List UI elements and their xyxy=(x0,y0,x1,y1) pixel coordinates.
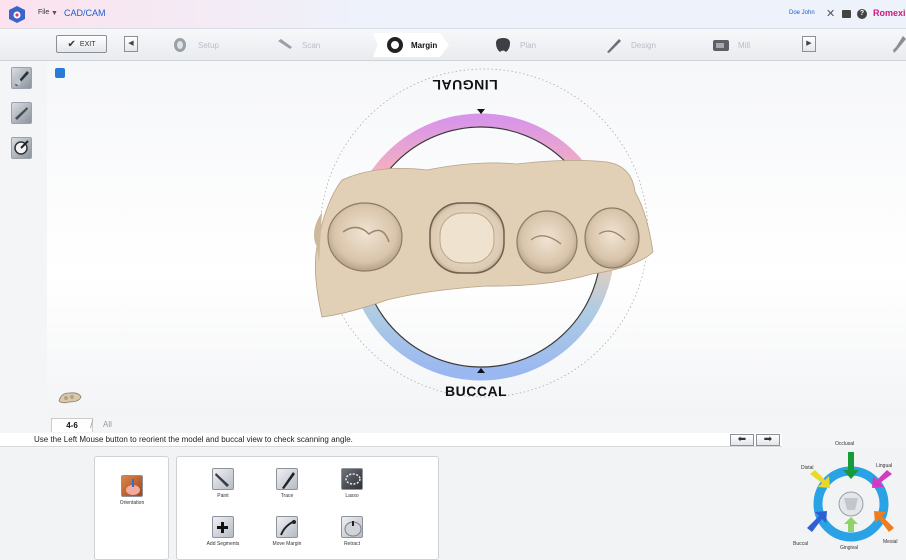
instruction-text: Use the Left Mouse button to reorient th… xyxy=(0,433,782,447)
title-bar: File ▼ CAD/CAM Doe John ✕ ? Romexi xyxy=(0,0,906,29)
redo-button[interactable]: ➡ xyxy=(756,434,780,446)
tooth-tabs: 4-6 / All xyxy=(47,418,906,432)
paint-tool[interactable]: Paint xyxy=(203,468,243,499)
tab-divider: / xyxy=(90,417,94,431)
app-logo-icon[interactable] xyxy=(9,6,25,23)
setup-icon xyxy=(174,38,186,52)
margin-ring-icon xyxy=(387,37,403,53)
tool-label: Trace xyxy=(280,493,294,499)
margin-tool-icon[interactable] xyxy=(11,67,32,89)
model-scene[interactable] xyxy=(47,62,906,418)
occlusal-label[interactable]: Occlusal xyxy=(835,441,854,447)
chevron-down-icon[interactable]: ▼ xyxy=(51,10,58,17)
retract-icon xyxy=(341,516,363,538)
tool-label: Retract xyxy=(343,541,361,547)
tool-label: Add Segments xyxy=(206,541,240,547)
step-label: Plan xyxy=(520,40,537,50)
step-label: Scan xyxy=(302,40,321,50)
tool-icon[interactable] xyxy=(893,36,906,54)
workflow-bar: ✔ EXIT ◀ Setup Scan Margin Plan Design M… xyxy=(0,29,906,61)
check-icon: ✔ xyxy=(67,38,76,50)
step-plan[interactable]: Plan xyxy=(494,35,536,55)
add-segments-tool[interactable]: Add Segments xyxy=(203,516,243,547)
tool-label: Move Margin xyxy=(272,541,302,547)
trace-tool[interactable]: Trace xyxy=(267,468,307,499)
tool-label: Paint xyxy=(217,493,229,499)
step-label: Margin xyxy=(411,40,438,50)
step-label: Design xyxy=(631,40,656,50)
trace-icon xyxy=(276,468,298,490)
step-design[interactable]: Design xyxy=(605,35,656,55)
buccal-wheel-label[interactable]: Buccal xyxy=(793,541,808,547)
orientation-wheel[interactable]: Occlusal Distal Lingual Buccal Gingival … xyxy=(785,436,906,560)
step-mill[interactable]: Mill xyxy=(712,35,750,55)
retract-tool[interactable]: Retract xyxy=(332,516,372,547)
move-margin-tool[interactable]: Move Margin xyxy=(267,516,307,547)
tool-label: Lasso xyxy=(345,493,359,499)
tab-all[interactable]: All xyxy=(95,418,120,432)
trim-tool-icon[interactable] xyxy=(11,102,32,124)
tool-label: Orientation xyxy=(119,500,145,506)
step-label: Mill xyxy=(738,40,750,50)
scanner-icon xyxy=(278,39,292,49)
next-step-button[interactable]: ▶ xyxy=(802,36,816,52)
step-scan[interactable]: Scan xyxy=(276,35,320,55)
buccal-label: BUCCAL xyxy=(445,383,508,399)
step-label: Setup xyxy=(198,40,219,50)
lasso-icon xyxy=(341,468,363,490)
die-tool-icon[interactable] xyxy=(11,137,32,159)
file-menu[interactable]: File xyxy=(38,9,49,16)
previous-step-button[interactable]: ◀ xyxy=(124,36,138,52)
mill-icon xyxy=(713,40,729,51)
close-icon[interactable]: ✕ xyxy=(826,7,835,20)
undo-button[interactable]: ⬅ xyxy=(730,434,754,446)
orientation-tool[interactable]: Orientation xyxy=(112,475,152,506)
pen-icon xyxy=(607,39,621,53)
gingival-label[interactable]: Gingival xyxy=(840,545,858,551)
mini-model-icon[interactable] xyxy=(57,389,83,405)
help-icon[interactable]: ? xyxy=(857,9,867,19)
orientation-icon xyxy=(121,475,143,497)
lingual-label: LINGUAL xyxy=(432,77,498,93)
screenshot-icon[interactable] xyxy=(842,10,851,18)
exit-button[interactable]: ✔ EXIT xyxy=(56,35,107,53)
brand-logo: Romexi xyxy=(873,8,906,18)
app-title: CAD/CAM xyxy=(64,8,106,18)
tooth-icon xyxy=(496,38,510,52)
move-margin-icon xyxy=(276,516,298,538)
lingual-wheel-label[interactable]: Lingual xyxy=(876,463,892,469)
exit-label: EXIT xyxy=(79,40,96,48)
add-segments-icon xyxy=(212,516,234,538)
paint-icon xyxy=(212,468,234,490)
step-margin[interactable]: Margin xyxy=(373,33,449,57)
step-setup[interactable]: Setup xyxy=(172,35,219,55)
3d-viewport[interactable]: LINGUAL BUCCAL xyxy=(47,62,906,418)
lasso-tool[interactable]: Lasso xyxy=(332,468,372,499)
orientation-group: Orientation xyxy=(94,456,169,560)
mesial-label[interactable]: Mesial xyxy=(883,539,897,545)
margin-tools-group: Paint Trace Lasso Add Segments Move Marg… xyxy=(176,456,439,560)
user-name[interactable]: Doe John xyxy=(789,10,815,16)
tab-4-6[interactable]: 4-6 xyxy=(51,418,93,432)
distal-label[interactable]: Distal xyxy=(801,465,814,471)
